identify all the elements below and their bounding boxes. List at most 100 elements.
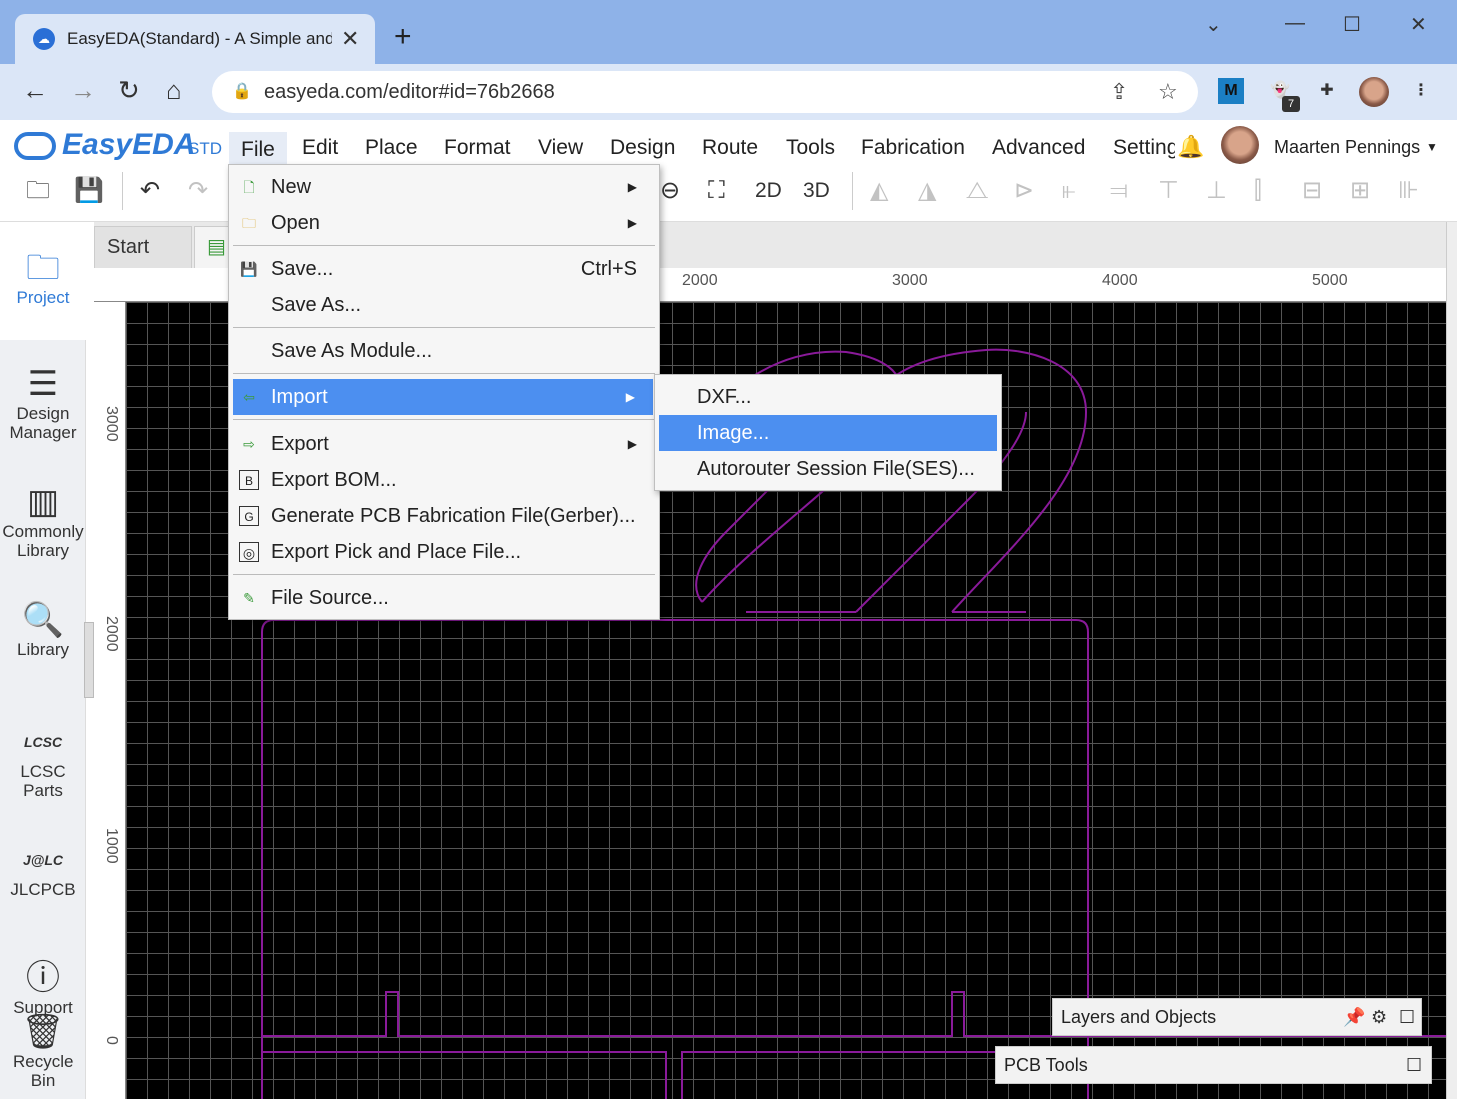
extension-m-icon[interactable]: M bbox=[1218, 78, 1244, 104]
menu-advanced[interactable]: Advanced bbox=[992, 136, 1085, 160]
menu-design[interactable]: Design bbox=[610, 136, 675, 160]
distribute-horizontal-icon[interactable]: ⊞ bbox=[1350, 178, 1370, 204]
reload-icon[interactable]: ↻ bbox=[118, 77, 140, 103]
nav-project[interactable]: 🗀 Project bbox=[0, 222, 86, 340]
browser-tab[interactable]: ☁ EasyEDA(Standard) - A Simple and Power… bbox=[15, 14, 375, 64]
close-window-icon[interactable]: ✕ bbox=[1410, 12, 1427, 37]
user-dropdown-icon[interactable]: ▼ bbox=[1426, 140, 1438, 154]
view-2d-button[interactable]: 2D bbox=[755, 178, 782, 204]
menu-item-export[interactable]: ⇨ Export ▶ bbox=[233, 426, 655, 462]
menu-edit[interactable]: Edit bbox=[302, 136, 338, 160]
easyeda-logo[interactable]: EasyEDA bbox=[14, 128, 195, 162]
nav-recycle-bin[interactable]: 🗑 Recycle Bin bbox=[0, 1012, 86, 1090]
menu-item-open[interactable]: 🗀 Open ▶ bbox=[233, 205, 655, 241]
align-left-icon[interactable]: ⫦ bbox=[1062, 178, 1076, 204]
nav-jlcpcb[interactable]: J@LC JLCPCB bbox=[0, 840, 86, 899]
tab-search-icon[interactable]: ⌄ bbox=[1205, 12, 1222, 37]
user-avatar[interactable] bbox=[1221, 126, 1259, 164]
board-inner-edge bbox=[262, 1051, 1056, 1099]
rotate-right-icon[interactable]: ◮ bbox=[918, 178, 936, 204]
app-menu-bar: EasyEDA STD File Edit Place Format View … bbox=[0, 120, 1457, 168]
menu-item-save[interactable]: 💾 Save... Ctrl+S bbox=[233, 251, 655, 287]
layers-objects-panel[interactable]: Layers and Objects 📌 ⚙ ☐ bbox=[1052, 998, 1422, 1036]
menu-place[interactable]: Place bbox=[365, 136, 418, 160]
extension-badge: 7 bbox=[1282, 96, 1300, 112]
nav-commonly-library[interactable]: ▥ Commonly Library bbox=[0, 482, 86, 560]
nav-support[interactable]: ⓘ Support bbox=[0, 958, 86, 1017]
url-text[interactable]: easyeda.com/editor#id=76b2668 bbox=[264, 81, 555, 104]
left-panel-collapse-handle[interactable] bbox=[84, 622, 94, 698]
nav-library[interactable]: 🔍 Library bbox=[0, 600, 86, 659]
extensions-puzzle-icon[interactable]: ✚ bbox=[1314, 78, 1340, 104]
nav-lcsc-parts[interactable]: LCSC LCSC Parts bbox=[0, 722, 86, 800]
profile-avatar[interactable] bbox=[1359, 77, 1389, 107]
submenu-item-image[interactable]: Image... bbox=[659, 415, 997, 451]
menu-format[interactable]: Format bbox=[444, 136, 511, 160]
maximize-icon[interactable]: ☐ bbox=[1343, 12, 1361, 37]
ruler-label: 1000 bbox=[103, 828, 120, 864]
address-bar[interactable]: 🔒 easyeda.com/editor#id=76b2668 ⇪ ☆ bbox=[212, 71, 1198, 113]
submenu-item-dxf[interactable]: DXF... bbox=[659, 379, 997, 415]
menu-item-save-as[interactable]: Save As... bbox=[233, 287, 655, 323]
submenu-arrow-icon: ▶ bbox=[627, 437, 637, 451]
maximize-panel-icon[interactable]: ☐ bbox=[1406, 1055, 1422, 1076]
open-folder-icon[interactable]: 🗀 bbox=[26, 178, 50, 204]
new-tab-button[interactable]: + bbox=[394, 22, 412, 52]
align-center-horizontal-icon[interactable]: ⊟ bbox=[1302, 178, 1322, 204]
fit-view-icon[interactable]: ⛶ bbox=[708, 178, 725, 204]
export-icon: ⇨ bbox=[243, 436, 255, 452]
maximize-panel-icon[interactable]: ☐ bbox=[1399, 1007, 1415, 1028]
zoom-out-icon[interactable]: ⊖ bbox=[660, 178, 680, 204]
home-icon[interactable]: ⌂ bbox=[166, 77, 182, 103]
save-icon[interactable]: 💾 bbox=[74, 178, 104, 204]
menu-setting[interactable]: Setting bbox=[1113, 136, 1175, 160]
editor-toolbar: 🗀 💾 ↶ ↷ ⊖ ⛶ 2D 3D ◭ ◮ ⧍ ⊳ ⫦ ⫤ ⊤ ⊥ ⫿ ⊟ ⊞ … bbox=[0, 164, 1457, 222]
redo-icon[interactable]: ↷ bbox=[188, 178, 208, 204]
align-right-icon[interactable]: ⫤ bbox=[1110, 178, 1128, 204]
menu-item-export-bom[interactable]: B Export BOM... bbox=[233, 462, 655, 498]
submenu-item-ses[interactable]: Autorouter Session File(SES)... bbox=[659, 451, 997, 487]
flip-vertical-icon[interactable]: ⊳ bbox=[1014, 178, 1034, 204]
flip-horizontal-icon[interactable]: ⧍ bbox=[966, 178, 988, 204]
right-panel-collapse-handle[interactable] bbox=[1446, 222, 1457, 1099]
menu-fabrication[interactable]: Fabrication bbox=[861, 136, 965, 160]
ruler-label: 3000 bbox=[103, 406, 120, 442]
menu-tools[interactable]: Tools bbox=[786, 136, 835, 160]
menu-item-export-pick-place[interactable]: ◎ Export Pick and Place File... bbox=[233, 534, 655, 570]
save-icon: 💾 bbox=[240, 261, 258, 277]
minimize-icon[interactable]: — bbox=[1285, 12, 1305, 35]
undo-icon[interactable]: ↶ bbox=[140, 178, 160, 204]
close-tab-icon[interactable]: ✕ bbox=[341, 26, 359, 52]
menu-view[interactable]: View bbox=[538, 136, 583, 160]
tab-start[interactable]: Start bbox=[94, 226, 192, 268]
file-menu: 🗋 New ▶ 🗀 Open ▶ 💾 Save... Ctrl+S Save A… bbox=[228, 164, 660, 620]
easyeda-favicon-icon: ☁ bbox=[33, 28, 55, 50]
view-3d-button[interactable]: 3D bbox=[803, 178, 830, 204]
gear-icon[interactable]: ⚙ bbox=[1371, 1007, 1387, 1028]
align-center-vertical-icon[interactable]: ⫿ bbox=[1254, 178, 1262, 204]
rotate-left-icon[interactable]: ◭ bbox=[870, 178, 888, 204]
user-name[interactable]: Maarten Pennings bbox=[1274, 137, 1420, 158]
bookmark-star-icon[interactable]: ☆ bbox=[1158, 79, 1178, 105]
pin-icon[interactable]: 📌 bbox=[1343, 1007, 1365, 1028]
align-top-icon[interactable]: ⊤ bbox=[1158, 178, 1179, 204]
forward-icon[interactable]: → bbox=[70, 77, 96, 103]
share-icon[interactable]: ⇪ bbox=[1110, 79, 1128, 105]
nav-design-manager[interactable]: ☰ Design Manager bbox=[0, 364, 86, 442]
menu-route[interactable]: Route bbox=[702, 136, 758, 160]
menu-item-import[interactable]: ⇦ Import ▶ bbox=[233, 379, 653, 415]
menu-item-new[interactable]: 🗋 New ▶ bbox=[233, 169, 655, 205]
lock-icon[interactable]: 🔒 bbox=[232, 81, 252, 101]
list-icon: ☰ bbox=[27, 365, 59, 403]
back-icon[interactable]: ← bbox=[22, 77, 48, 103]
browser-menu-icon[interactable]: ⋮ bbox=[1408, 78, 1434, 104]
menu-file[interactable]: File bbox=[229, 132, 287, 168]
pcb-tools-panel[interactable]: PCB Tools ☐ bbox=[995, 1046, 1432, 1084]
align-bottom-icon[interactable]: ⊥ bbox=[1206, 178, 1227, 204]
notification-bell-icon[interactable]: 🔔 bbox=[1177, 134, 1204, 160]
menu-item-save-as-module[interactable]: Save As Module... bbox=[233, 333, 655, 369]
menu-item-file-source[interactable]: ✎ File Source... bbox=[233, 580, 655, 616]
distribute-vertical-icon[interactable]: ⊪ bbox=[1398, 178, 1419, 204]
submenu-arrow-icon: ▶ bbox=[625, 390, 635, 404]
menu-item-generate-gerber[interactable]: G Generate PCB Fabrication File(Gerber).… bbox=[233, 498, 655, 534]
